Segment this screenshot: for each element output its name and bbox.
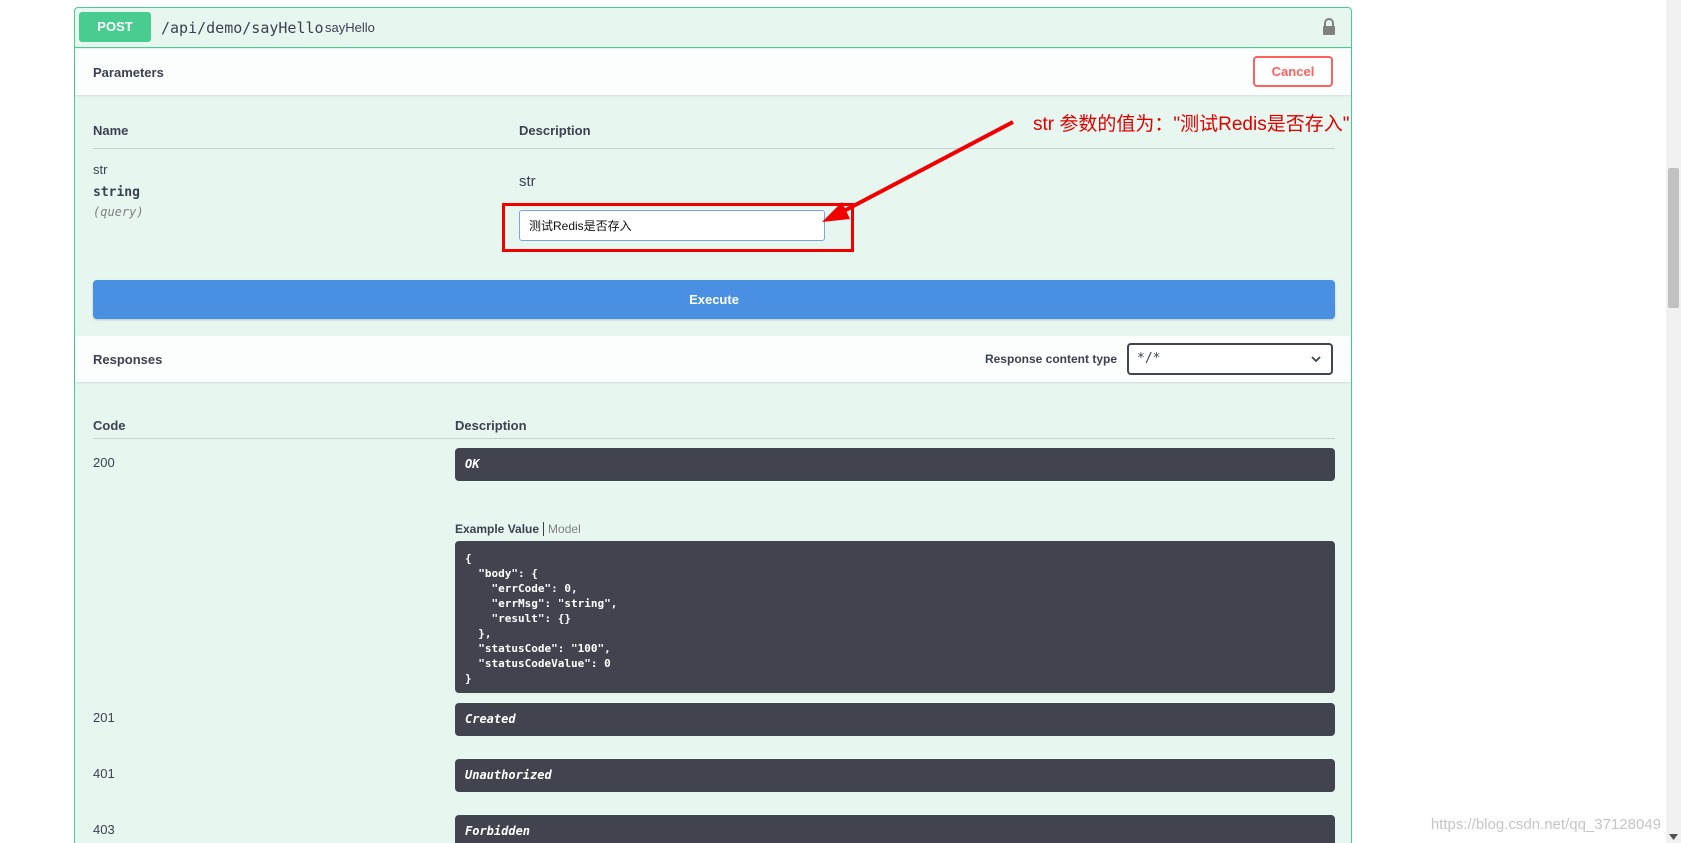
response-code-201: 201: [93, 710, 115, 725]
param-header-divider: [93, 148, 1335, 149]
response-content-type-label: Response content type: [984, 352, 1117, 366]
param-col-name: Name: [93, 123, 129, 138]
parameters-header: Parameters Cancel: [75, 49, 1351, 95]
param-location: (query): [93, 205, 144, 219]
response-desc-401: Unauthorized: [455, 759, 1335, 792]
response-content-type-select[interactable]: */*: [1127, 343, 1333, 375]
response-desc-200: OK: [455, 448, 1335, 481]
resp-col-code: Code: [93, 418, 126, 433]
responses-title: Responses: [93, 352, 163, 367]
annotation-text: str 参数的值为："测试Redis是否存入": [1033, 114, 1350, 135]
operation-id: sayHello: [325, 20, 375, 35]
param-type: string: [93, 185, 140, 200]
example-value-code: { "body": { "errCode": 0, "errMsg": "str…: [455, 541, 1335, 693]
resp-col-description: Description: [455, 418, 527, 433]
example-tabs: Example Value Model: [455, 522, 581, 536]
cancel-button[interactable]: Cancel: [1253, 56, 1333, 87]
responses-header: Responses Response content type */*: [75, 336, 1351, 382]
scrollbar[interactable]: [1666, 0, 1681, 843]
lock-icon[interactable]: [1319, 17, 1339, 37]
param-name: str: [93, 162, 108, 177]
execute-button[interactable]: Execute: [93, 280, 1335, 319]
scroll-down-icon[interactable]: [1669, 833, 1678, 841]
operation-summary[interactable]: POST /api/demo/sayHello sayHello: [75, 8, 1351, 48]
input-highlight-box: [502, 203, 854, 252]
method-badge: POST: [79, 12, 151, 42]
model-tab[interactable]: Model: [544, 522, 581, 536]
chevron-down-icon: [1311, 356, 1321, 363]
scrollbar-thumb[interactable]: [1668, 168, 1679, 308]
response-code-403: 403: [93, 822, 115, 837]
operation-path: /api/demo/sayHello: [161, 19, 324, 37]
watermark: https://blog.csdn.net/qq_37128049: [1430, 816, 1661, 833]
parameters-title: Parameters: [93, 65, 164, 80]
example-value-tab[interactable]: Example Value: [455, 522, 545, 536]
resp-header-divider: [93, 438, 1335, 439]
param-col-description: Description: [519, 123, 591, 138]
response-code-200: 200: [93, 455, 115, 470]
param-description: str: [519, 173, 536, 190]
response-content-type-value: */*: [1137, 351, 1161, 366]
response-desc-403: Forbidden: [455, 815, 1335, 843]
response-desc-201: Created: [455, 703, 1335, 736]
response-code-401: 401: [93, 766, 115, 781]
